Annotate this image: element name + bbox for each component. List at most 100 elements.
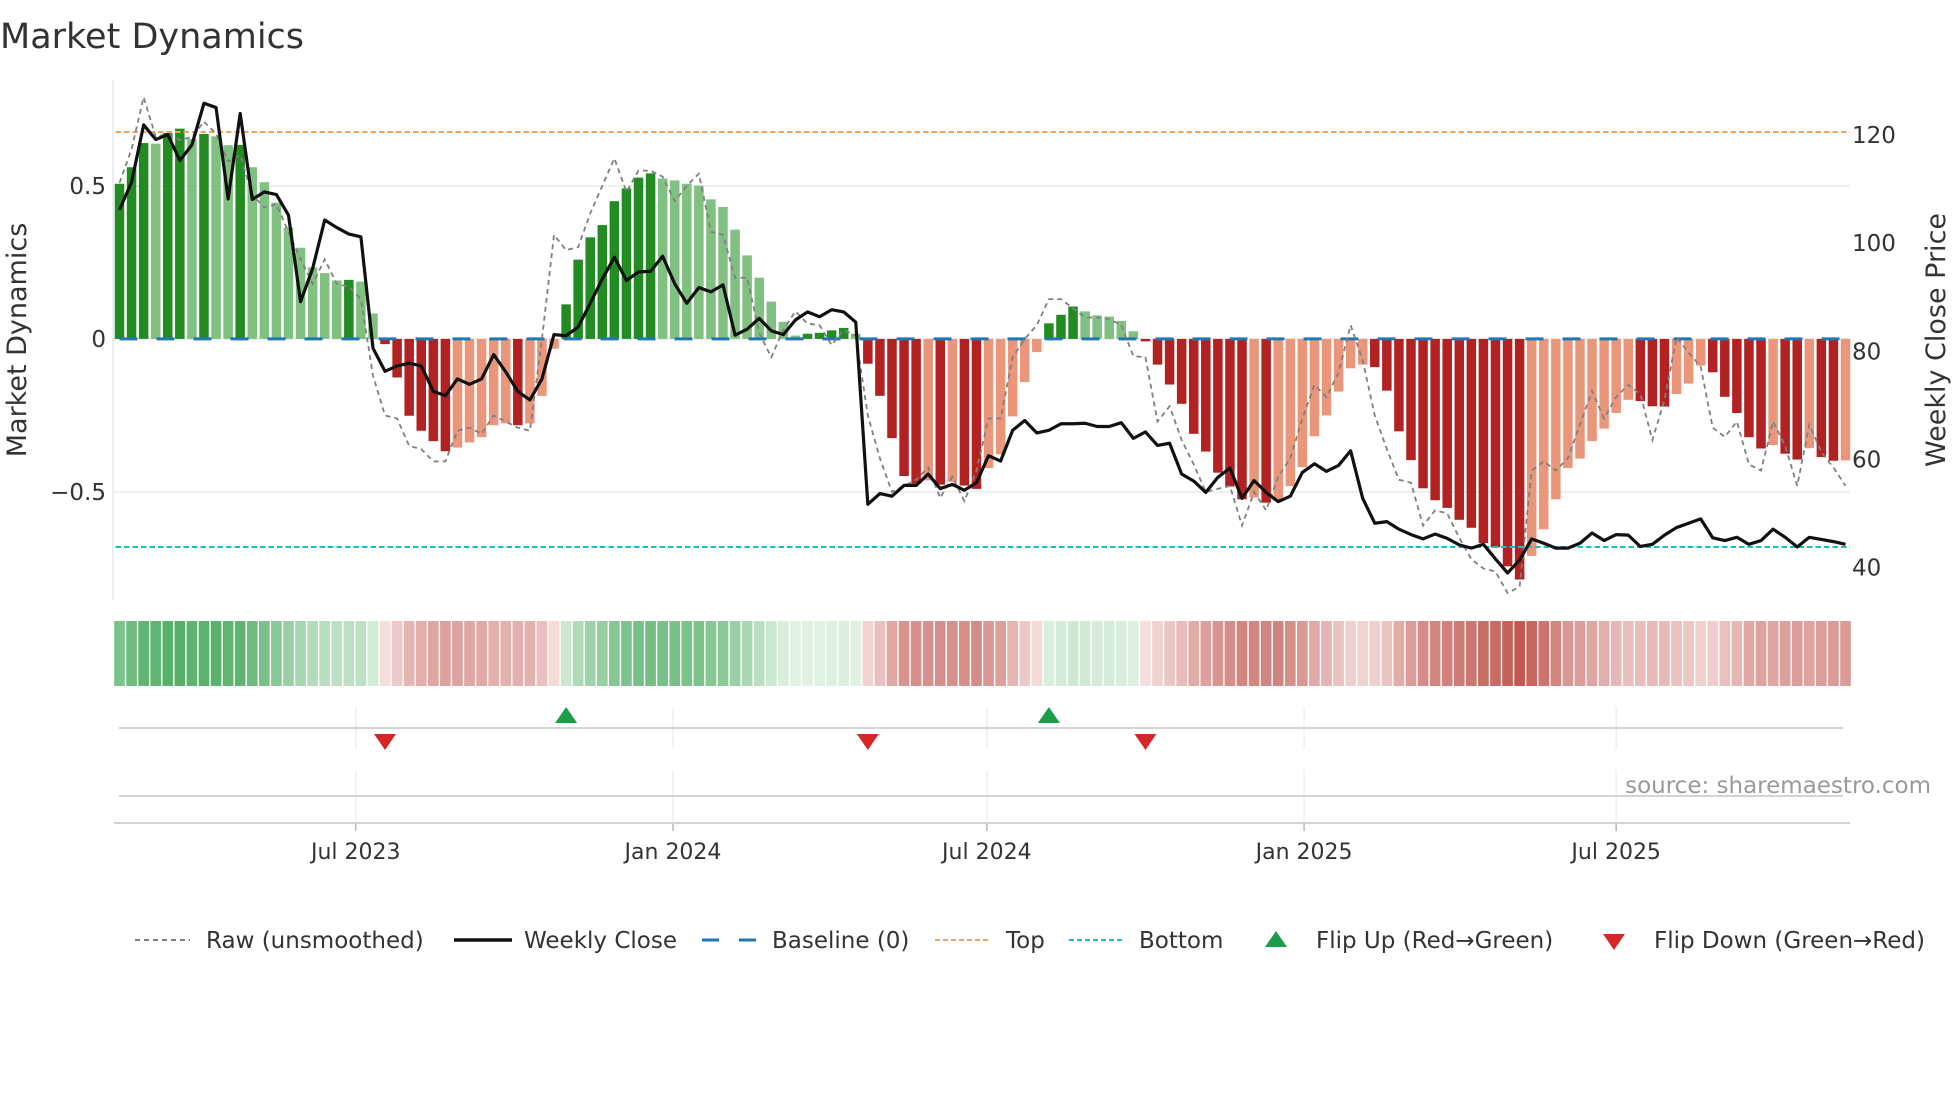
heat-cell xyxy=(150,621,162,686)
heat-cell xyxy=(790,621,801,686)
md-bar xyxy=(1056,314,1066,339)
heat-cell xyxy=(1779,621,1791,686)
md-bar xyxy=(187,139,197,339)
md-bar xyxy=(1490,338,1501,548)
heat-cell xyxy=(1791,621,1803,686)
heat-cell xyxy=(669,621,681,686)
heat-cell xyxy=(1248,621,1260,686)
md-bar xyxy=(1370,338,1380,368)
heat-cell xyxy=(138,621,149,686)
heat-cell xyxy=(1622,621,1634,686)
heat-cell xyxy=(910,621,922,686)
heat-cell xyxy=(1067,621,1079,686)
heat-cell xyxy=(741,621,753,686)
heat-cell xyxy=(162,621,174,686)
md-bar xyxy=(645,173,656,339)
heat-cell xyxy=(1140,621,1151,686)
md-bar xyxy=(923,338,933,481)
heat-cell xyxy=(259,621,270,686)
md-bar xyxy=(1575,338,1585,459)
heat-cell xyxy=(1200,621,1212,686)
heat-cell xyxy=(1550,621,1562,686)
md-bar xyxy=(1032,338,1042,353)
legend-flip-up-icon xyxy=(1265,931,1287,947)
legend-baseline-label: Baseline (0) xyxy=(772,928,909,954)
md-bar xyxy=(1297,338,1308,468)
heat-cell xyxy=(307,621,318,686)
heat-cell xyxy=(1755,621,1767,686)
y-tick-label-right: 40 xyxy=(1852,556,1881,582)
md-bar xyxy=(404,338,414,416)
legend-flip-up-label: Flip Up (Red→Green) xyxy=(1316,928,1553,954)
md-bar xyxy=(718,207,728,339)
heat-cell xyxy=(126,621,137,686)
heat-cell xyxy=(1176,621,1187,686)
md-bar xyxy=(633,177,644,339)
heat-cell xyxy=(295,621,306,686)
md-bar xyxy=(416,338,426,431)
heat-cell xyxy=(1659,621,1670,686)
md-bar xyxy=(1418,338,1428,489)
md-bar xyxy=(1188,338,1199,434)
heat-cell xyxy=(1152,621,1163,686)
legend-flip-down-label: Flip Down (Green→Red) xyxy=(1654,928,1925,954)
md-bar xyxy=(488,338,499,426)
md-bar xyxy=(476,338,487,438)
heat-cell xyxy=(536,621,548,686)
heat-cell xyxy=(826,621,837,686)
heat-cell xyxy=(657,621,668,686)
md-bar xyxy=(500,338,511,424)
md-bar xyxy=(911,338,921,484)
md-bar xyxy=(1647,338,1658,407)
heat-cell xyxy=(778,621,789,686)
y-tick-label-right: 60 xyxy=(1852,447,1881,473)
heat-cell xyxy=(1031,621,1043,686)
heat-cell xyxy=(1079,621,1091,686)
heat-cell xyxy=(1453,621,1465,686)
heat-cell xyxy=(1767,621,1779,686)
y-tick-label-left: 0 xyxy=(91,327,106,353)
heat-cell xyxy=(1333,621,1344,686)
heat-strip xyxy=(114,621,1851,686)
md-bar xyxy=(525,338,535,424)
heat-cell xyxy=(983,621,994,686)
heat-cell xyxy=(1103,621,1115,686)
y-tick-label-left: 0.5 xyxy=(69,174,106,200)
md-bar xyxy=(1261,338,1271,503)
heat-cell xyxy=(246,621,258,686)
heat-cell xyxy=(415,621,427,686)
heat-cell xyxy=(1345,621,1356,686)
heat-cell xyxy=(1055,621,1067,686)
heat-cell xyxy=(403,621,415,686)
legend-bottom-label: Bottom xyxy=(1139,928,1223,954)
md-bar xyxy=(1382,338,1392,391)
md-bar xyxy=(1611,338,1621,413)
heat-cell xyxy=(621,621,632,686)
md-bar xyxy=(621,188,632,339)
md-bar xyxy=(1092,315,1102,339)
heat-cell xyxy=(1381,621,1393,686)
md-bar xyxy=(1176,338,1187,404)
x-tick-label: Jan 2024 xyxy=(623,840,722,865)
legend-flip-down-icon xyxy=(1603,934,1625,950)
md-bar xyxy=(1044,323,1054,339)
heat-cell xyxy=(476,621,487,686)
md-bar xyxy=(150,143,161,339)
md-bar xyxy=(1780,338,1790,454)
md-bar xyxy=(983,338,994,469)
md-bar xyxy=(344,279,354,339)
heat-cell xyxy=(1369,621,1381,686)
heat-cell xyxy=(1671,621,1682,686)
heat-cell xyxy=(464,621,475,686)
y-axis-label-right: Weekly Close Price xyxy=(1921,213,1952,467)
heat-cell xyxy=(1260,621,1272,686)
md-bar xyxy=(875,338,885,396)
y-tick-label-right: 100 xyxy=(1852,231,1896,257)
md-bar xyxy=(1502,338,1513,567)
md-bar xyxy=(1201,338,1211,452)
md-bar xyxy=(259,182,270,339)
heat-cell xyxy=(1393,621,1405,686)
flip-up-marker-icon xyxy=(1037,707,1060,723)
heat-cell xyxy=(1441,621,1453,686)
md-bar xyxy=(1623,338,1633,400)
